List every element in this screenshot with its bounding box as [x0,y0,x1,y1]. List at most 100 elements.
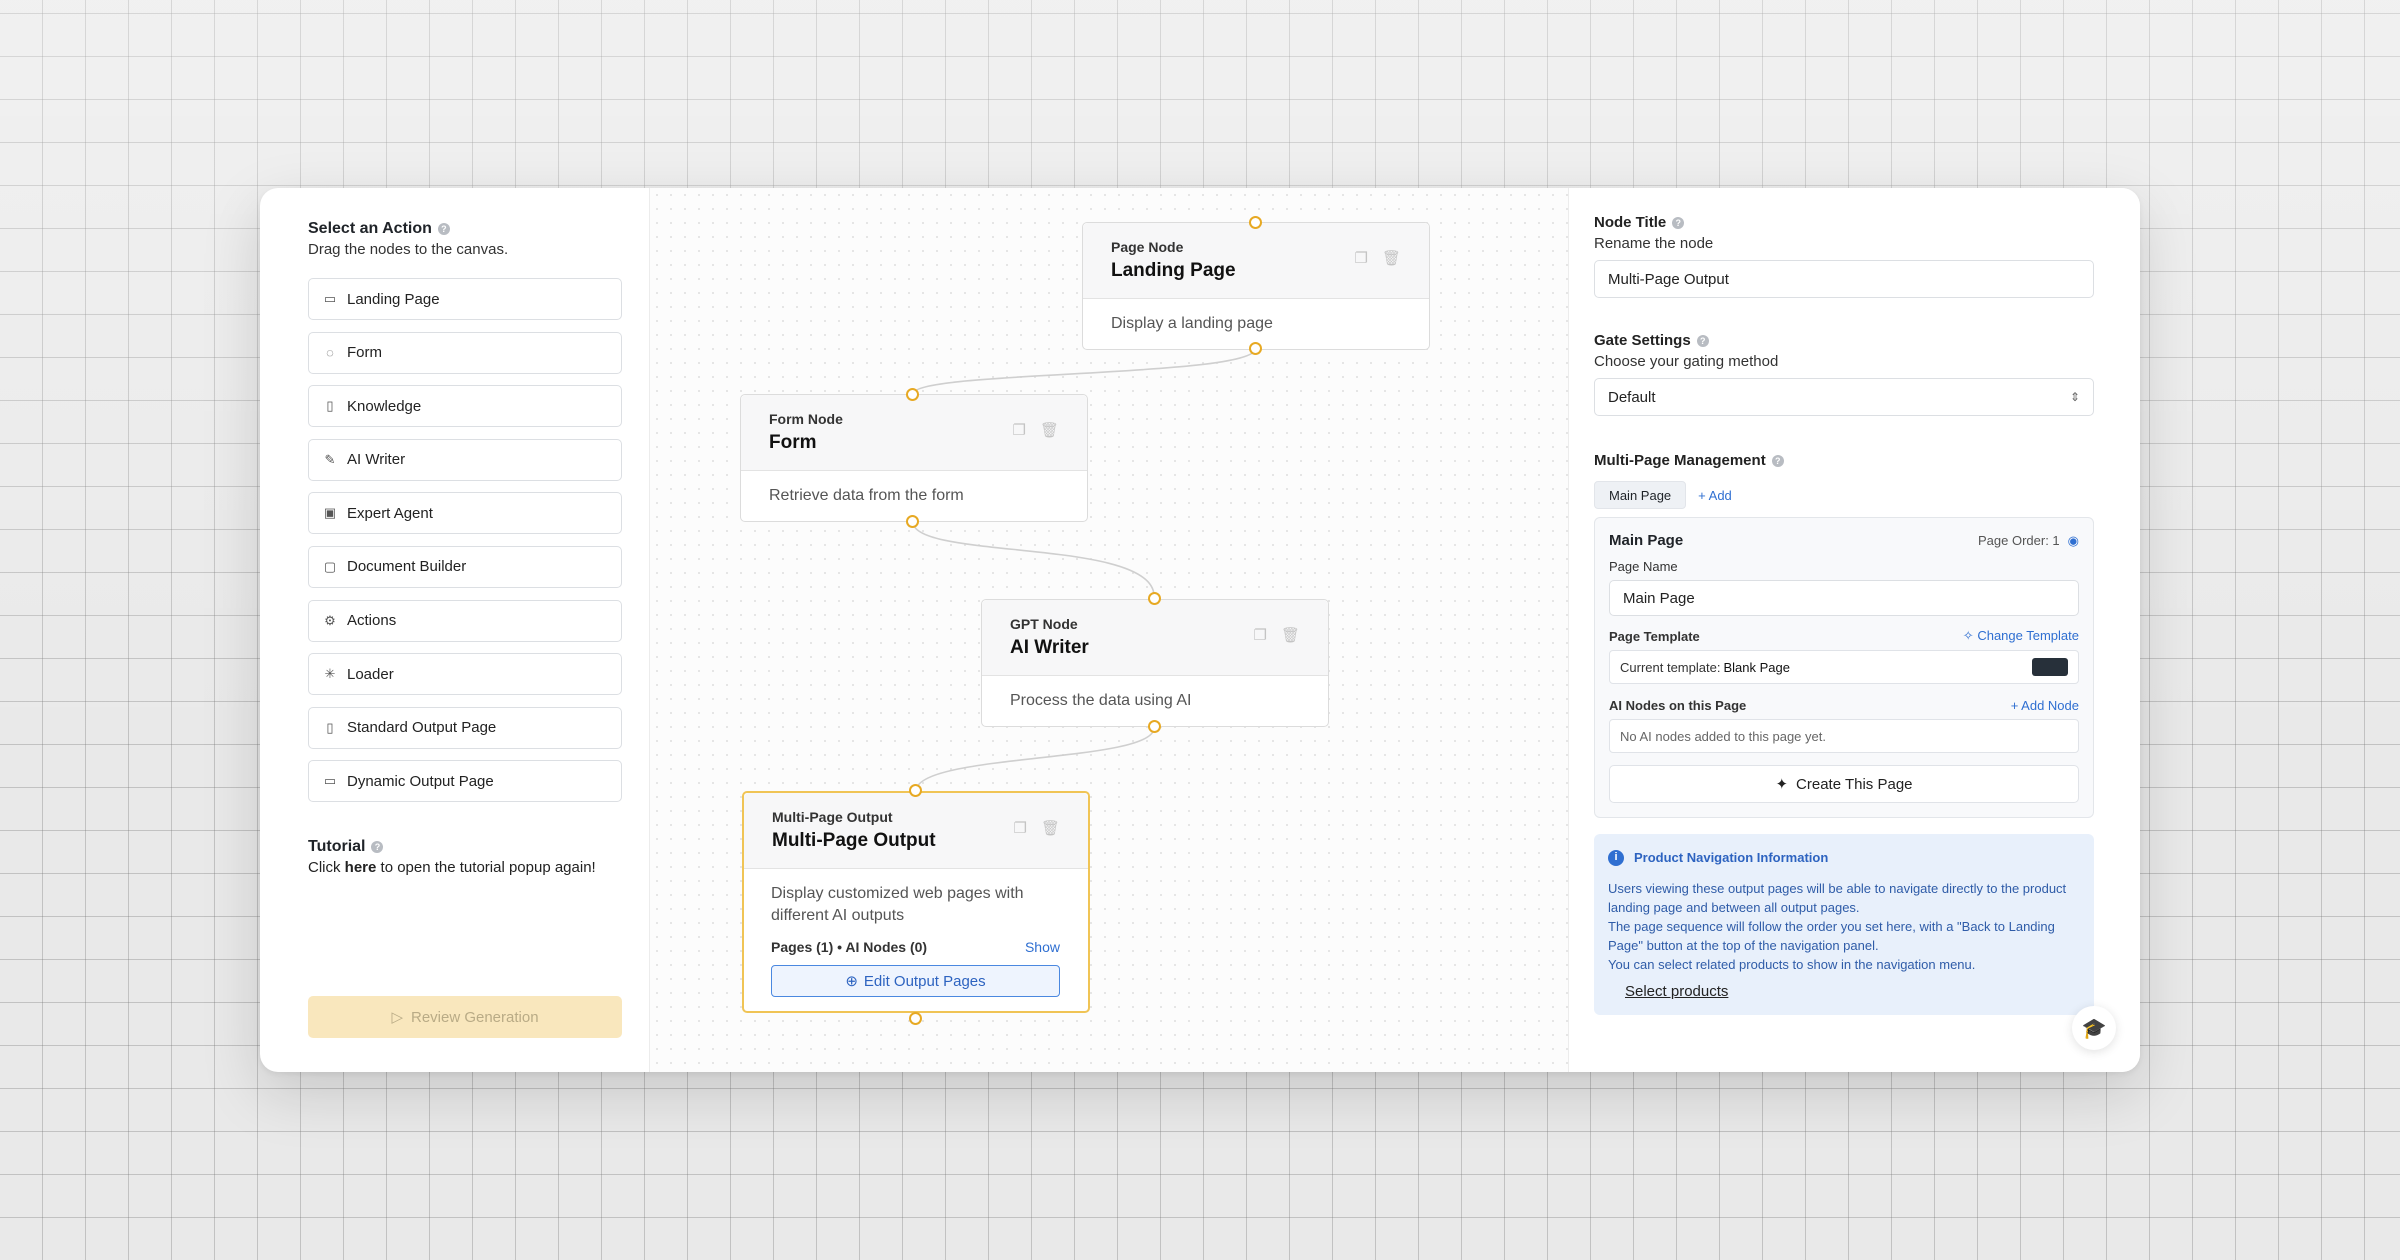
gate-method-select[interactable]: Default ⇕ [1594,378,2094,416]
tutorial-title: Tutorial ? [308,838,384,856]
gate-settings-label: Gate Settings ? [1594,332,2094,349]
input-port[interactable] [909,784,922,797]
node-header: Multi-Page Output Multi-Page Output ❐ 🗑 [744,793,1088,869]
input-port[interactable] [1148,592,1161,605]
node-title-sub: Rename the node [1594,235,1714,252]
copy-icon[interactable]: ❐ [1014,819,1027,837]
output-port[interactable] [1148,720,1161,733]
output-port[interactable] [906,515,919,528]
node-title-label: Node Title ? [1594,214,2094,231]
action-label: Loader [347,665,394,683]
page-card: Main Page Page Order: 1 ◉ Page Name Main… [1594,517,2094,818]
action-label: Dynamic Output Page [347,772,494,790]
action-label: Document Builder [347,558,467,576]
pencil-icon: ✎ [324,451,336,467]
plus-circle-icon: ⊕ [845,973,858,990]
ai-nodes-label: AI Nodes on this Page [1609,698,1747,713]
output-port[interactable] [909,1012,922,1025]
action-label: Actions [347,612,397,630]
info-title: i Product Navigation Information [1608,848,2080,867]
tab-main-page[interactable]: Main Page [1594,481,1687,509]
page-card-title: Main Page [1609,532,1684,549]
action-item-dynamic-output-page[interactable]: ▭ Dynamic Output Page [308,760,622,803]
action-item-loader[interactable]: ✳ Loader [308,653,622,696]
node-header: Page Node Landing Page ❐ 🗑 [1083,223,1429,299]
node-header: GPT Node AI Writer ❐ 🗑 [982,600,1328,676]
gate-settings-section: Gate Settings ? Choose your gating metho… [1594,332,2094,416]
add-page-tab[interactable]: + Add [1698,488,1732,503]
play-icon: ▷ [391,1009,403,1026]
loader-icon: ✳ [324,666,336,682]
mpm-label: Multi-Page Management ? [1594,452,2094,469]
node-description: Display customized web pages with differ… [771,885,1024,924]
graduation-cap-icon[interactable]: 🎓 [2072,1006,2116,1050]
file-icon: ▢ [323,558,337,574]
node-body: Display customized web pages with differ… [744,869,1088,1011]
copy-icon[interactable]: ❐ [1013,421,1026,439]
help-icon[interactable]: ? [1771,454,1784,467]
output-port[interactable] [1249,342,1262,355]
eye-icon[interactable]: ◉ [2068,533,2079,549]
page-template-label: Page Template [1609,628,1700,644]
action-item-knowledge[interactable]: ▯ Knowledge [308,385,622,428]
monitor-icon: ▭ [323,291,337,306]
change-template-link[interactable]: ✧ Change Template [1963,628,2079,644]
show-link[interactable]: Show [1025,939,1060,955]
flow-canvas[interactable]: Page Node Landing Page ❐ 🗑 Display a lan… [650,188,1568,1072]
page-order: Page Order: 1 ◉ [1978,532,2079,549]
node-multi-page-output[interactable]: Multi-Page Output Multi-Page Output ❐ 🗑 … [742,791,1090,1013]
tutorial-link[interactable]: here [345,859,377,876]
help-icon[interactable]: ? [437,223,450,235]
multi-page-management-section: Multi-Page Management ? Main Page + Add … [1594,452,2094,1015]
action-item-standard-output-page[interactable]: ▯ Standard Output Page [308,706,622,749]
action-label: AI Writer [347,451,406,469]
help-icon[interactable]: ? [1696,334,1709,347]
action-item-ai-writer[interactable]: ✎ AI Writer [308,438,622,481]
product-navigation-info: i Product Navigation Information Users v… [1594,834,2094,1015]
edit-output-pages-button[interactable]: ⊕ Edit Output Pages [771,965,1060,997]
info-line-1: Users viewing these output pages will be… [1608,881,2067,915]
node-form[interactable]: Form Node Form ❐ 🗑 Retrieve data from th… [740,394,1088,522]
add-node-link[interactable]: + Add Node [2011,698,2079,713]
copy-icon[interactable]: ❐ [1355,249,1368,267]
page-card-header: Main Page Page Order: 1 ◉ [1609,532,2079,549]
trash-icon[interactable]: 🗑 [1382,249,1401,267]
page-name-input[interactable]: Main Page [1609,580,2079,616]
help-icon[interactable]: ? [1672,216,1685,229]
current-template-value: Blank Page [1723,659,1790,675]
info-icon: i [1608,849,1624,866]
page-name-label: Page Name [1609,559,1678,574]
chevron-updown-icon: ⇕ [2069,390,2080,404]
action-item-actions[interactable]: ⚙ Actions [308,599,622,642]
input-port[interactable] [1249,216,1262,229]
trash-icon[interactable]: 🗑 [1041,819,1060,837]
action-list: ▭ Landing Page ◌ Form ▯ Knowledge ✎ AI W… [308,278,622,814]
trash-icon[interactable]: 🗑 [1040,421,1059,439]
current-template-box: Current template: Blank Page [1609,650,2079,684]
action-item-expert-agent[interactable]: ▣ Expert Agent [308,492,622,535]
node-description: Process the data using AI [1010,692,1192,709]
create-page-button[interactable]: ✦ Create This Page [1609,765,2079,803]
trash-icon[interactable]: 🗑 [1281,626,1300,644]
node-tools: ❐ 🗑 [1254,626,1301,644]
node-tools: ❐ 🗑 [1355,249,1402,267]
action-item-landing-page[interactable]: ▭ Landing Page [308,278,622,320]
select-products-link[interactable]: Select products [1625,982,2080,1001]
page-template-row: Page Template ✧ Change Template [1609,628,2079,644]
monitor-icon: ▭ [323,773,337,789]
input-port[interactable] [906,388,919,401]
copy-icon[interactable]: ❐ [1254,626,1267,644]
action-item-form[interactable]: ◌ Form [308,331,622,374]
action-sidebar: Select an Action ? Drag the nodes to the… [260,188,650,1072]
template-preview-swatch[interactable] [2032,658,2068,676]
node-title-input[interactable]: Multi-Page Output [1594,260,2094,298]
node-landing-page[interactable]: Page Node Landing Page ❐ 🗑 Display a lan… [1082,222,1430,350]
node-header: Form Node Form ❐ 🗑 [741,395,1087,471]
edge-landing-form [912,347,1257,395]
review-generation-button[interactable]: ▷ Review Generation [308,996,622,1038]
action-item-document-builder[interactable]: ▢ Document Builder [308,545,622,588]
sidebar-subtitle: Drag the nodes to the canvas. [308,241,509,258]
help-icon[interactable]: ? [371,841,384,853]
gear-icon: ⚙ [324,612,336,628]
node-ai-writer[interactable]: GPT Node AI Writer ❐ 🗑 Process the data … [981,599,1329,727]
